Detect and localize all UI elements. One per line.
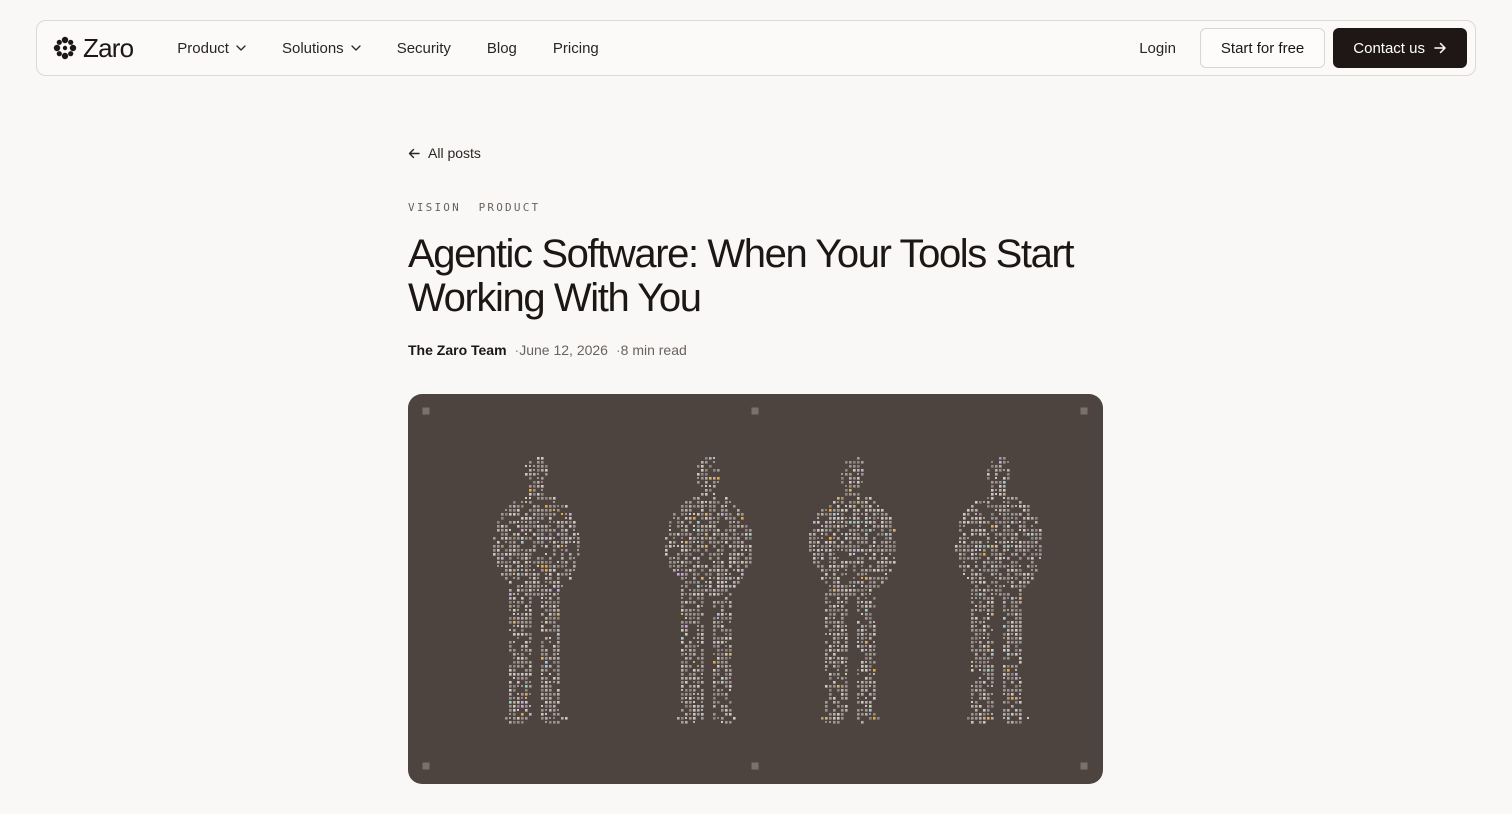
contact-us-label: Contact us — [1353, 39, 1425, 57]
login-link[interactable]: Login — [1139, 40, 1176, 57]
pixel-figure — [809, 457, 896, 724]
corner-marker — [422, 762, 430, 770]
corner-marker — [751, 762, 759, 770]
contact-us-button[interactable]: Contact us — [1333, 28, 1467, 68]
arrow-right-icon — [1434, 42, 1446, 54]
nav-product[interactable]: Product — [177, 40, 246, 57]
nav-security[interactable]: Security — [397, 40, 451, 57]
pixel-figure — [493, 457, 580, 724]
top-navigation: Zaro Product Solutions Security Blog Pri… — [36, 20, 1476, 76]
article-read-time: 8 min read — [620, 342, 687, 358]
nav-blog-label: Blog — [486, 39, 517, 57]
all-posts-label: All posts — [428, 145, 481, 161]
hero-image — [408, 394, 1103, 784]
nav-actions: Login Start for free Contact us — [1139, 28, 1467, 68]
arrow-left-icon — [408, 148, 420, 158]
zaro-logo-icon — [53, 36, 77, 60]
pixel-figure — [665, 457, 752, 724]
start-for-free-button[interactable]: Start for free — [1199, 28, 1326, 68]
article-title: Agentic Software: When Your Tools Start … — [408, 232, 1074, 320]
nav-blog[interactable]: Blog — [487, 40, 517, 57]
nav-solutions-label: Solutions — [281, 39, 344, 57]
primary-nav: Product Solutions Security Blog Pricing — [177, 40, 635, 57]
nav-solutions[interactable]: Solutions — [282, 40, 361, 57]
start-for-free-label: Start for free — [1220, 39, 1305, 57]
chevron-down-icon — [236, 45, 246, 51]
nav-product-label: Product — [177, 39, 229, 57]
all-posts-link[interactable]: All posts — [408, 145, 481, 161]
corner-marker — [751, 407, 759, 415]
nav-security-label: Security — [396, 39, 451, 57]
nav-pricing[interactable]: Pricing — [553, 40, 599, 57]
brand-logo-link[interactable]: Zaro — [53, 21, 134, 75]
article-meta: The Zaro Team · June 12, 2026 · 8 min re… — [408, 342, 687, 358]
corner-marker — [422, 407, 430, 415]
pixel-figure — [955, 457, 1042, 724]
pixelated-people-illustration — [422, 407, 1088, 770]
article-date: June 12, 2026 — [519, 342, 608, 358]
nav-pricing-label: Pricing — [552, 39, 599, 57]
chevron-down-icon — [351, 45, 361, 51]
corner-marker — [1080, 762, 1088, 770]
corner-marker — [1080, 407, 1088, 415]
brand-name: Zaro — [83, 33, 134, 63]
article-author: The Zaro Team — [408, 342, 507, 358]
article-category: VISION PRODUCT — [408, 201, 541, 214]
